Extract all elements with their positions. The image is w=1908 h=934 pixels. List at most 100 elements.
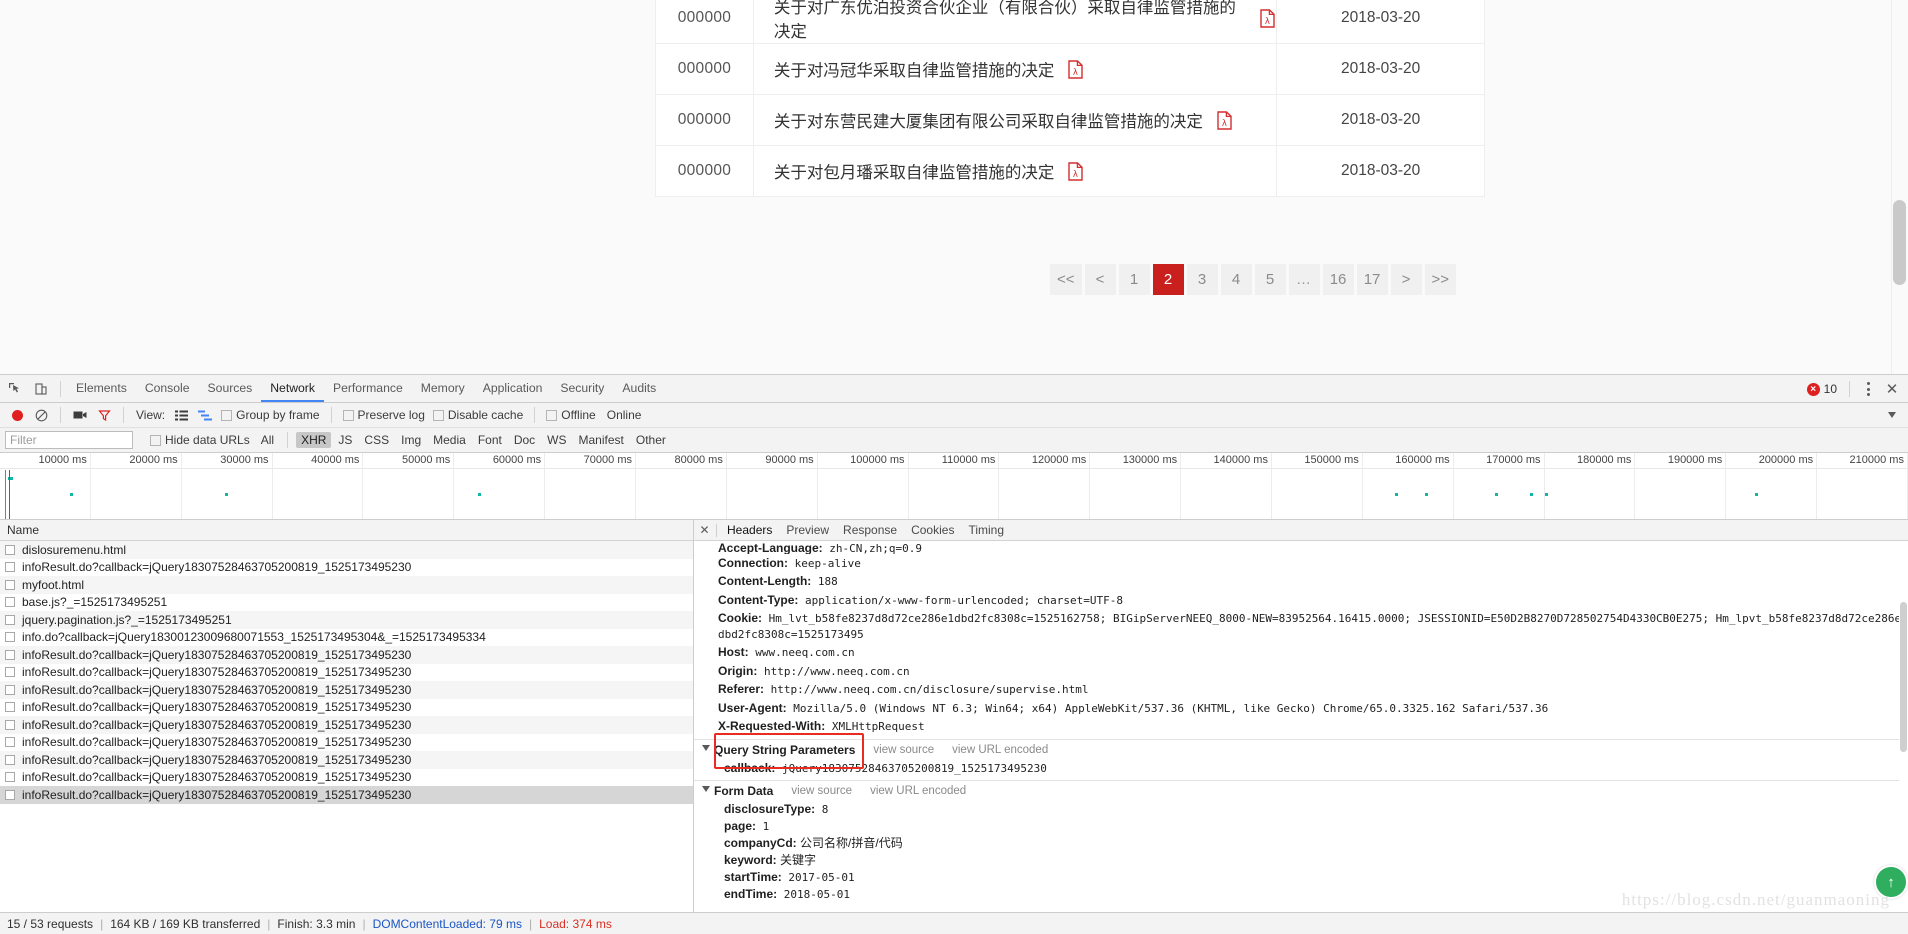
pagination-item-[interactable]: < xyxy=(1084,264,1116,295)
row-title[interactable]: 关于对东营民建大厦集团有限公司采取自律监管措施的决定 xyxy=(774,108,1203,132)
request-checkbox-icon[interactable] xyxy=(5,632,15,643)
tab-console[interactable]: Console xyxy=(136,375,199,402)
request-checkbox-icon[interactable] xyxy=(5,789,15,800)
pdf-icon[interactable]: λ xyxy=(1068,59,1084,79)
row-title[interactable]: 关于对冯冠华采取自律监管措施的决定 xyxy=(774,57,1055,81)
list-view-icon[interactable] xyxy=(170,405,192,425)
offline-checkbox[interactable]: Offline xyxy=(543,408,598,422)
request-checkbox-icon[interactable] xyxy=(5,702,15,713)
request-checkbox-icon[interactable] xyxy=(5,772,15,783)
filter-input[interactable] xyxy=(5,431,133,449)
pagination-item-[interactable]: << xyxy=(1050,264,1082,295)
filter-type-xhr[interactable]: XHR xyxy=(296,432,332,448)
device-toolbar-icon[interactable] xyxy=(28,376,54,402)
row-title[interactable]: 关于对广东优泊投资合伙企业（有限合伙）采取自律监管措施的决定 xyxy=(774,0,1246,42)
pagination-item-1[interactable]: 1 xyxy=(1118,264,1150,295)
waterfall-view-icon[interactable] xyxy=(194,405,216,425)
request-checkbox-icon[interactable] xyxy=(5,737,15,748)
view-source-link[interactable]: view source xyxy=(873,744,934,756)
pagination-item-3[interactable]: 3 xyxy=(1186,264,1218,295)
pagination-item-[interactable]: >> xyxy=(1424,264,1457,295)
kebab-menu-icon[interactable] xyxy=(1858,377,1878,401)
filter-type-css[interactable]: CSS xyxy=(359,432,394,448)
view-source-link[interactable]: view source xyxy=(791,785,852,797)
form-data-section-header[interactable]: Form Data view source view URL encoded xyxy=(694,780,1908,801)
close-icon[interactable]: ✕ xyxy=(696,523,713,537)
detail-scrollbar[interactable] xyxy=(1899,562,1908,915)
group-by-frame-checkbox[interactable]: Group by frame xyxy=(218,408,322,422)
query-string-section-header[interactable]: Query String Parameters view source view… xyxy=(694,739,1908,760)
tab-security[interactable]: Security xyxy=(551,375,613,402)
pdf-icon[interactable]: λ xyxy=(1217,110,1232,130)
throttling-value[interactable]: Online xyxy=(607,408,642,422)
request-row[interactable]: infoResult.do?callback=jQuery18307528463… xyxy=(0,646,693,664)
request-checkbox-icon[interactable] xyxy=(5,667,15,678)
request-row[interactable]: infoResult.do?callback=jQuery18307528463… xyxy=(0,559,693,577)
request-checkbox-icon[interactable] xyxy=(5,597,15,608)
tab-sources[interactable]: Sources xyxy=(199,375,262,402)
error-count-badge[interactable]: × 10 xyxy=(1803,382,1841,396)
tab-audits[interactable]: Audits xyxy=(613,375,665,402)
request-row[interactable]: info.do?callback=jQuery18300123009680071… xyxy=(0,629,693,647)
tab-elements[interactable]: Elements xyxy=(67,375,136,402)
request-checkbox-icon[interactable] xyxy=(5,719,15,730)
request-row[interactable]: myfoot.html xyxy=(0,576,693,594)
network-overview-timeline[interactable]: 10000 ms 20000 ms 30000 ms 40000 ms 50000 ms… xyxy=(0,453,1908,520)
inspect-element-icon[interactable] xyxy=(2,376,28,402)
filter-type-media[interactable]: Media xyxy=(428,432,471,448)
filter-type-manifest[interactable]: Manifest xyxy=(574,432,629,448)
filter-type-img[interactable]: Img xyxy=(396,432,426,448)
request-row[interactable]: base.js?_=1525173495251 xyxy=(0,594,693,612)
request-checkbox-icon[interactable] xyxy=(5,579,15,590)
screenshot-camera-icon[interactable] xyxy=(69,405,91,425)
pagination-item-4[interactable]: 4 xyxy=(1220,264,1252,295)
request-checkbox-icon[interactable] xyxy=(5,544,15,555)
preserve-log-checkbox[interactable]: Preserve log xyxy=(340,408,428,422)
tab-performance[interactable]: Performance xyxy=(324,375,412,402)
request-row[interactable]: infoResult.do?callback=jQuery18307528463… xyxy=(0,734,693,752)
pagination-item-16[interactable]: 16 xyxy=(1322,264,1354,295)
filter-funnel-icon[interactable] xyxy=(93,405,115,425)
request-row[interactable]: infoResult.do?callback=jQuery18307528463… xyxy=(0,664,693,682)
request-row[interactable]: infoResult.do?callback=jQuery18307528463… xyxy=(0,716,693,734)
detail-tab-timing[interactable]: Timing xyxy=(961,520,1011,540)
pagination-item-[interactable]: > xyxy=(1390,264,1422,295)
view-url-encoded-link[interactable]: view URL encoded xyxy=(952,744,1048,756)
filter-type-other[interactable]: Other xyxy=(631,432,671,448)
close-icon[interactable]: ✕ xyxy=(1880,377,1904,401)
clear-icon[interactable] xyxy=(30,405,52,425)
request-row[interactable]: jquery.pagination.js?_=1525173495251 xyxy=(0,611,693,629)
record-icon[interactable] xyxy=(6,405,28,425)
pdf-icon[interactable]: λ xyxy=(1068,161,1084,181)
hide-data-urls-checkbox[interactable]: Hide data URLs xyxy=(147,433,253,447)
request-row[interactable]: infoResult.do?callback=jQuery18307528463… xyxy=(0,699,693,717)
filter-type-all[interactable]: All xyxy=(256,432,279,448)
page-scrollbar-thumb[interactable] xyxy=(1893,200,1906,285)
detail-tab-cookies[interactable]: Cookies xyxy=(904,520,961,540)
request-row[interactable]: infoResult.do?callback=jQuery18307528463… xyxy=(0,769,693,787)
view-url-encoded-link[interactable]: view URL encoded xyxy=(870,785,966,797)
request-row[interactable]: dislosuremenu.html xyxy=(0,541,693,559)
pagination[interactable]: << <1 2 3 4 5… 16 17 > >> xyxy=(1050,264,1457,295)
request-checkbox-icon[interactable] xyxy=(5,562,15,573)
request-list[interactable]: Name dislosuremenu.html infoResult.do?cal… xyxy=(0,520,694,916)
detail-tab-response[interactable]: Response xyxy=(836,520,904,540)
request-checkbox-icon[interactable] xyxy=(5,649,15,660)
request-row[interactable]: infoResult.do?callback=jQuery18307528463… xyxy=(0,786,693,804)
pagination-item-[interactable]: … xyxy=(1288,264,1320,295)
detail-tab-headers[interactable]: Headers xyxy=(720,520,779,540)
pdf-icon[interactable]: λ xyxy=(1260,8,1275,28)
request-checkbox-icon[interactable] xyxy=(5,614,15,625)
request-row[interactable]: infoResult.do?callback=jQuery18307528463… xyxy=(0,751,693,769)
chevron-down-icon[interactable] xyxy=(1888,412,1896,418)
request-checkbox-icon[interactable] xyxy=(5,754,15,765)
filter-type-ws[interactable]: WS xyxy=(542,432,571,448)
filter-type-js[interactable]: JS xyxy=(333,432,357,448)
detail-tab-preview[interactable]: Preview xyxy=(779,520,836,540)
page-scrollbar[interactable] xyxy=(1891,0,1908,374)
filter-type-doc[interactable]: Doc xyxy=(509,432,540,448)
request-checkbox-icon[interactable] xyxy=(5,684,15,695)
pagination-item-17[interactable]: 17 xyxy=(1356,264,1388,295)
disable-cache-checkbox[interactable]: Disable cache xyxy=(430,408,526,422)
tab-application[interactable]: Application xyxy=(474,375,552,402)
